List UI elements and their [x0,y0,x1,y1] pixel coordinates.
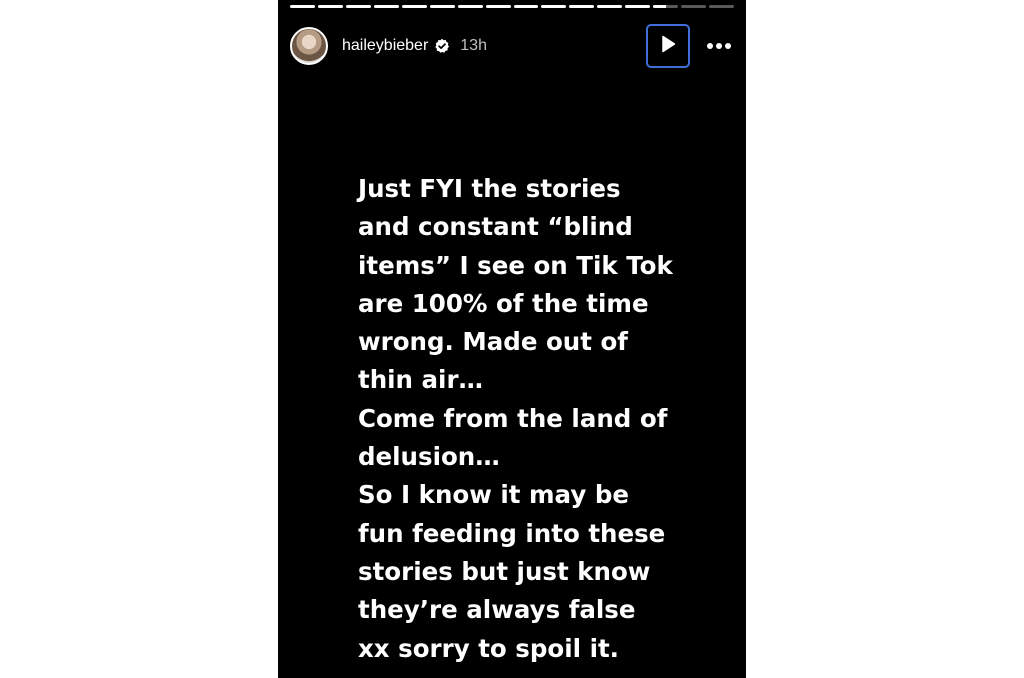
progress-segment [513,5,539,8]
progress-segment [653,5,679,8]
progress-segment [317,5,343,8]
progress-segment [429,5,455,8]
verified-badge-icon [434,38,450,54]
progress-segment [401,5,427,8]
story-text-line: items” I see on Tik Tok [358,250,673,280]
story-text-line: and constant “blind [358,212,633,242]
story-text-line: stories but just know [358,556,651,586]
story-text-line: wrong. Made out of [358,327,628,357]
story-text-line: Just FYI the stories [358,174,621,203]
progress-segment [290,5,315,8]
story-header: haileybieber 13h [290,24,736,68]
story-text-line: fun feeding into these [358,518,666,548]
progress-segment [569,5,595,8]
progress-segment [597,5,623,8]
story-progress-bar [290,5,734,8]
progress-segment [345,5,371,8]
story-text-line: xx sorry to spoil it. [358,633,619,663]
more-options-button[interactable] [702,24,736,68]
play-button[interactable] [646,24,690,68]
story-text-line: thin air… [358,365,484,395]
play-icon [660,35,676,58]
story-viewer[interactable]: haileybieber 13h Just FYI the stories an… [278,0,746,678]
username-link[interactable]: haileybieber [342,37,428,55]
progress-segment [485,5,511,8]
story-text-line: they’re always false [358,595,636,625]
story-text-line: So I know it may be [358,480,629,510]
story-text-line: Come from the land of [358,403,668,433]
story-text-line: delusion… [358,442,500,472]
story-text-line: are 100% of the time [358,288,649,318]
progress-segment [681,5,707,8]
progress-segment [625,5,651,8]
story-text: Just FYI the stories and constant “blind i… [358,170,738,668]
post-time: 13h [460,37,487,54]
progress-segment [373,5,399,8]
progress-segment [457,5,483,8]
profile-avatar[interactable] [290,27,328,65]
progress-segment [709,5,734,8]
progress-segment [541,5,567,8]
more-options-icon [706,37,732,55]
